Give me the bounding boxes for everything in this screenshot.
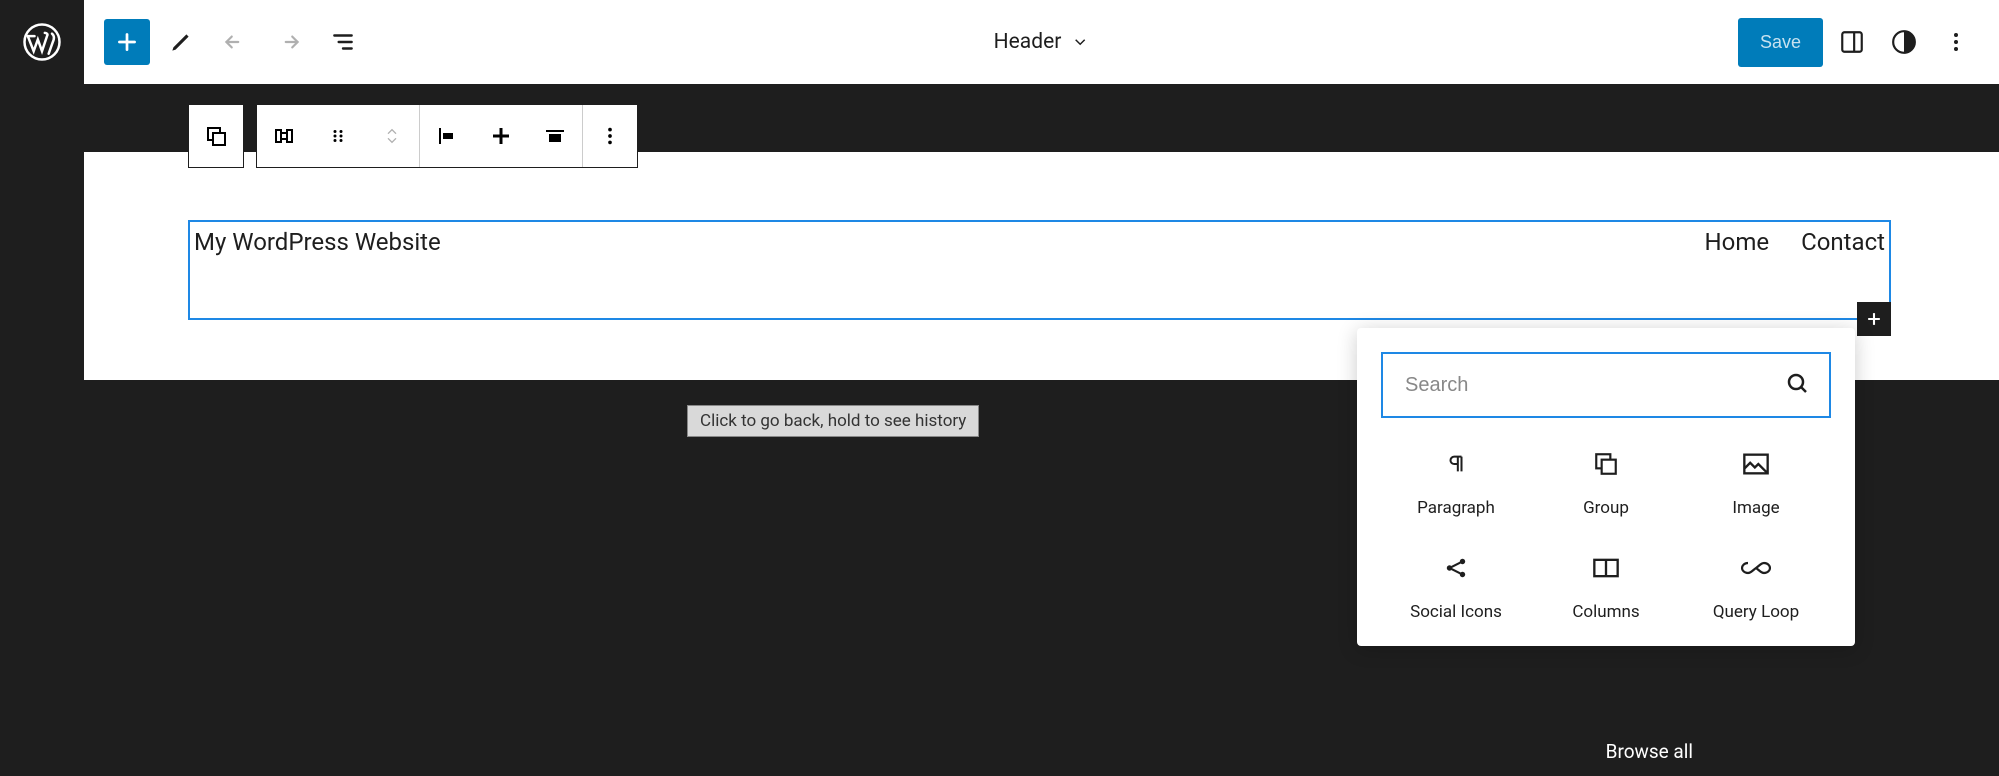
save-button[interactable]: Save <box>1738 18 1823 67</box>
nav-link[interactable]: Contact <box>1801 228 1885 256</box>
block-item-query-loop[interactable]: Query Loop <box>1681 554 1831 622</box>
add-block-button[interactable] <box>104 19 150 65</box>
block-item-group[interactable]: Group <box>1531 450 1681 518</box>
group-icon <box>1593 450 1619 478</box>
image-icon <box>1742 450 1770 478</box>
block-label: Columns <box>1572 602 1639 622</box>
add-block-inline-button[interactable] <box>1857 302 1891 336</box>
history-tooltip: Click to go back, hold to see history <box>687 405 979 437</box>
search-input[interactable] <box>1403 373 1785 398</box>
site-title[interactable]: My WordPress Website <box>194 228 441 256</box>
styles-button[interactable] <box>1881 19 1927 65</box>
width-button[interactable] <box>528 105 582 167</box>
header-group-block[interactable]: My WordPress Website Home Contact <box>188 220 1891 320</box>
block-toolbar <box>188 104 638 168</box>
block-item-paragraph[interactable]: Paragraph <box>1381 450 1531 518</box>
block-item-image[interactable]: Image <box>1681 450 1831 518</box>
edit-tool-button[interactable] <box>158 19 204 65</box>
justify-button[interactable] <box>420 105 474 167</box>
navigation-block[interactable]: Home Contact <box>1705 228 1885 256</box>
settings-sidebar-button[interactable] <box>1829 19 1875 65</box>
nav-link[interactable]: Home <box>1705 228 1770 256</box>
block-label: Image <box>1732 498 1779 518</box>
template-label: Header <box>994 30 1062 54</box>
paragraph-icon <box>1445 450 1467 478</box>
infinity-icon <box>1741 554 1771 582</box>
wordpress-logo[interactable] <box>20 20 64 64</box>
search-icon <box>1785 371 1809 399</box>
columns-icon <box>1592 554 1620 582</box>
block-label: Query Loop <box>1713 602 1799 622</box>
block-label: Paragraph <box>1417 498 1495 518</box>
block-item-columns[interactable]: Columns <box>1531 554 1681 622</box>
more-options-button[interactable] <box>1933 19 1979 65</box>
block-label: Group <box>1583 498 1629 518</box>
chevron-down-icon <box>1071 33 1089 51</box>
undo-button[interactable] <box>212 19 258 65</box>
list-view-button[interactable] <box>320 19 366 65</box>
template-selector[interactable]: Header <box>994 30 1090 54</box>
align-button[interactable] <box>474 105 528 167</box>
redo-button[interactable] <box>266 19 312 65</box>
block-inserter-popover: Paragraph Group Image Social Icons <box>1357 328 1855 646</box>
browse-all-button[interactable]: Browse all <box>1606 740 1693 763</box>
share-icon <box>1443 554 1469 582</box>
drag-handle[interactable] <box>311 105 365 167</box>
block-item-social-icons[interactable]: Social Icons <box>1381 554 1531 622</box>
parent-block-button[interactable] <box>189 105 243 167</box>
block-type-button[interactable] <box>257 105 311 167</box>
block-label: Social Icons <box>1410 602 1502 622</box>
block-more-button[interactable] <box>583 105 637 167</box>
block-search-field[interactable] <box>1381 352 1831 418</box>
move-up-down-button[interactable] <box>365 105 419 167</box>
